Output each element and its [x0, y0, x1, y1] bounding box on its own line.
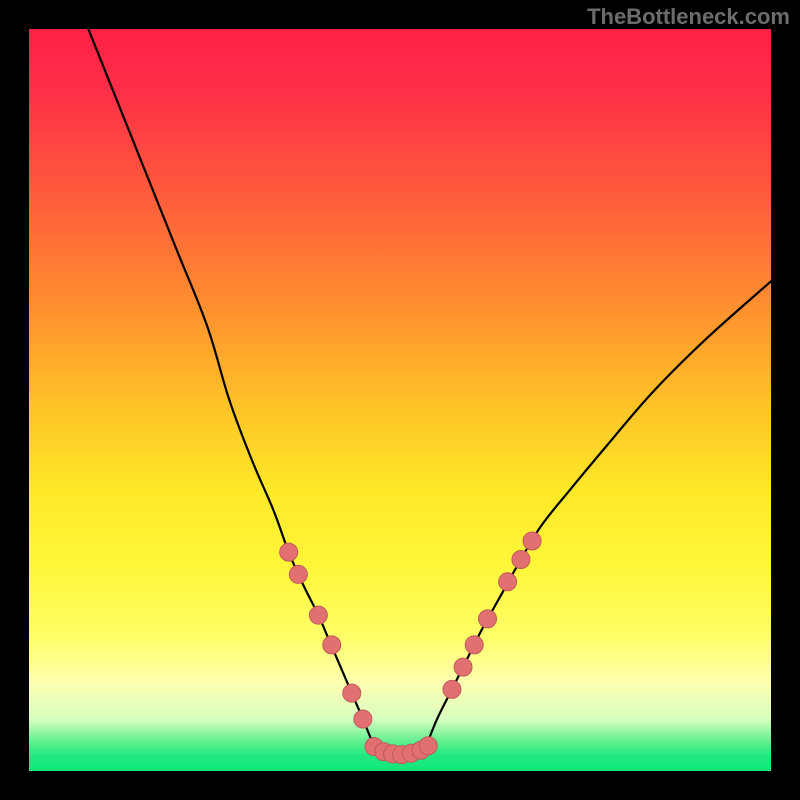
data-marker — [309, 606, 327, 624]
data-markers — [280, 532, 541, 764]
data-marker — [443, 680, 461, 698]
data-marker — [512, 551, 530, 569]
data-marker — [280, 543, 298, 561]
data-marker — [354, 710, 372, 728]
data-marker — [454, 658, 472, 676]
curve-group — [88, 29, 771, 755]
data-marker — [419, 737, 437, 755]
data-marker — [289, 565, 307, 583]
data-marker — [523, 532, 541, 550]
data-marker — [499, 573, 517, 591]
data-marker — [343, 684, 361, 702]
data-marker — [465, 636, 483, 654]
chart-svg — [29, 29, 771, 771]
chart-container: TheBottleneck.com — [0, 0, 800, 800]
data-marker — [323, 636, 341, 654]
watermark-text: TheBottleneck.com — [587, 4, 790, 30]
data-marker — [479, 610, 497, 628]
right-curve — [426, 281, 771, 746]
